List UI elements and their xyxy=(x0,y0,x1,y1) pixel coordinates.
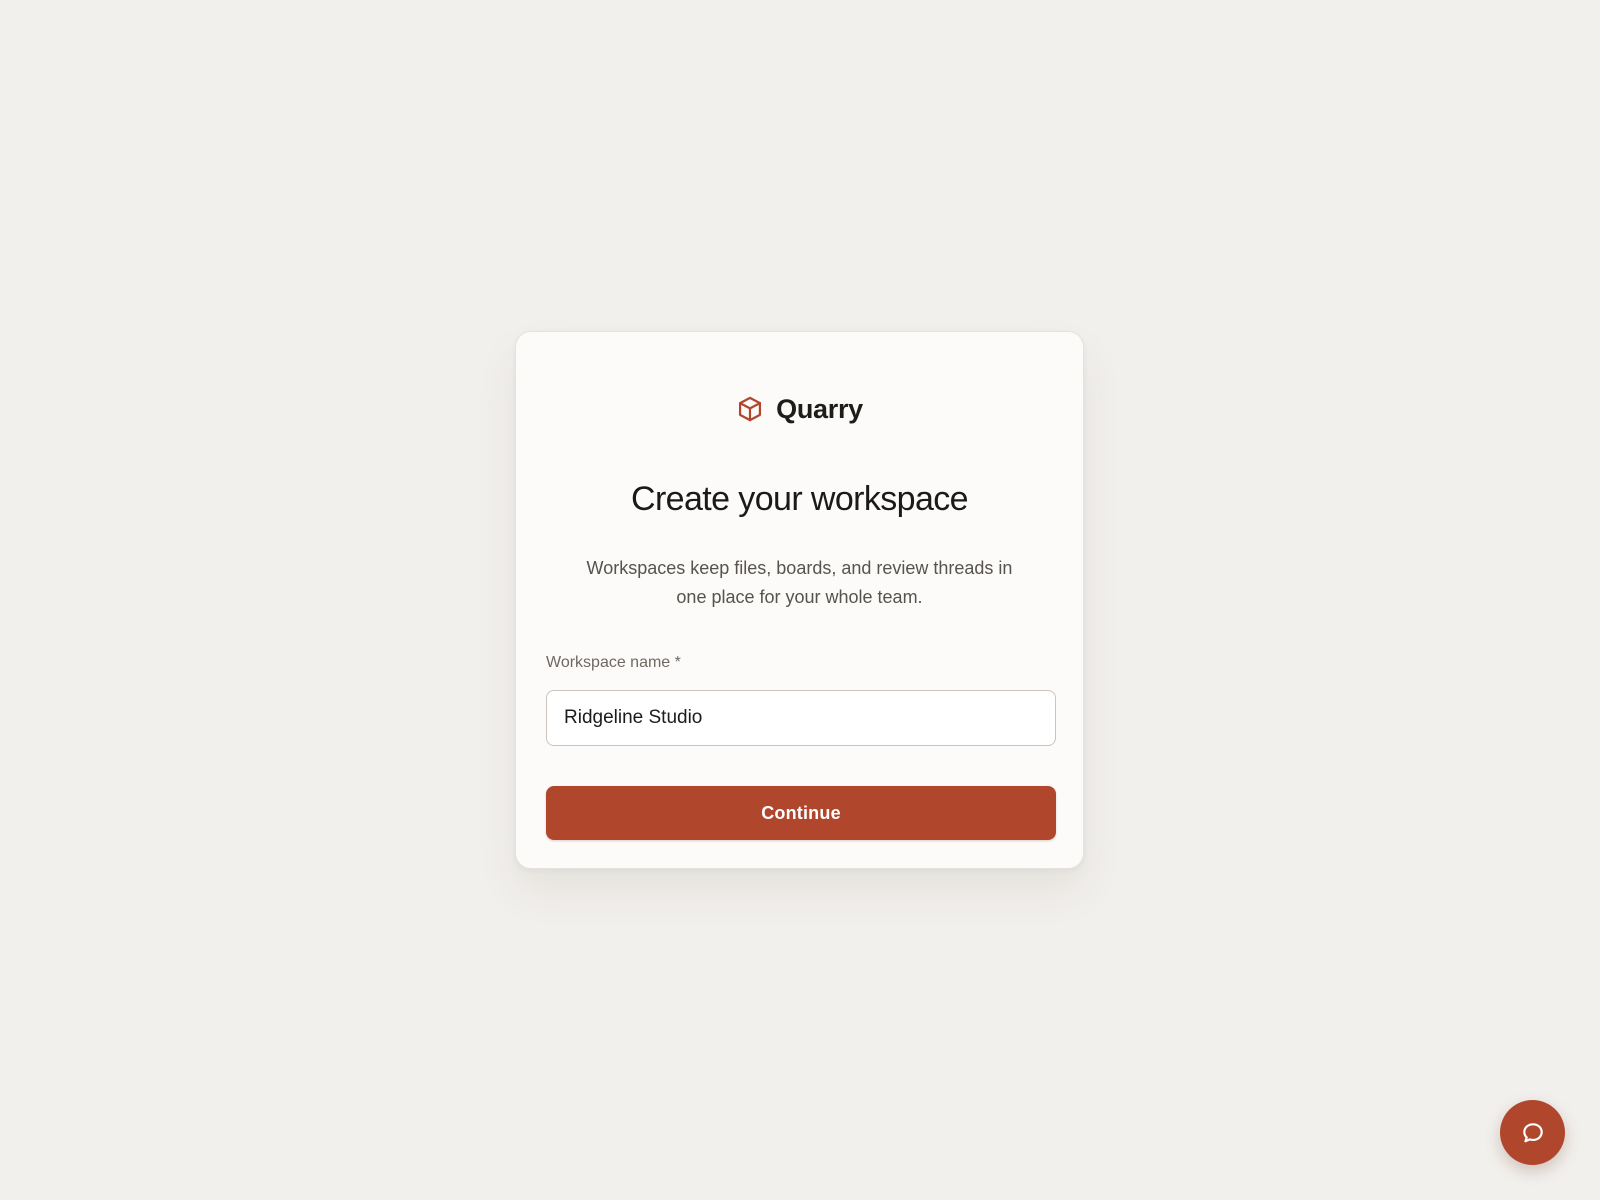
workspace-card: Quarry Create your workspace Workspaces … xyxy=(515,331,1084,869)
workspace-name-input[interactable] xyxy=(546,690,1056,746)
page-title: Create your workspace xyxy=(631,480,969,518)
brand: Quarry xyxy=(516,392,1083,426)
continue-button[interactable]: Continue xyxy=(546,786,1056,840)
workspace-name-label: Workspace name * xyxy=(546,654,681,671)
chat-button[interactable] xyxy=(1500,1100,1565,1165)
page-subtitle: Workspaces keep files, boards, and revie… xyxy=(586,558,1013,607)
brand-name: Quarry xyxy=(776,393,863,424)
chat-bubble-icon xyxy=(1520,1120,1546,1146)
cube-icon xyxy=(736,395,764,423)
